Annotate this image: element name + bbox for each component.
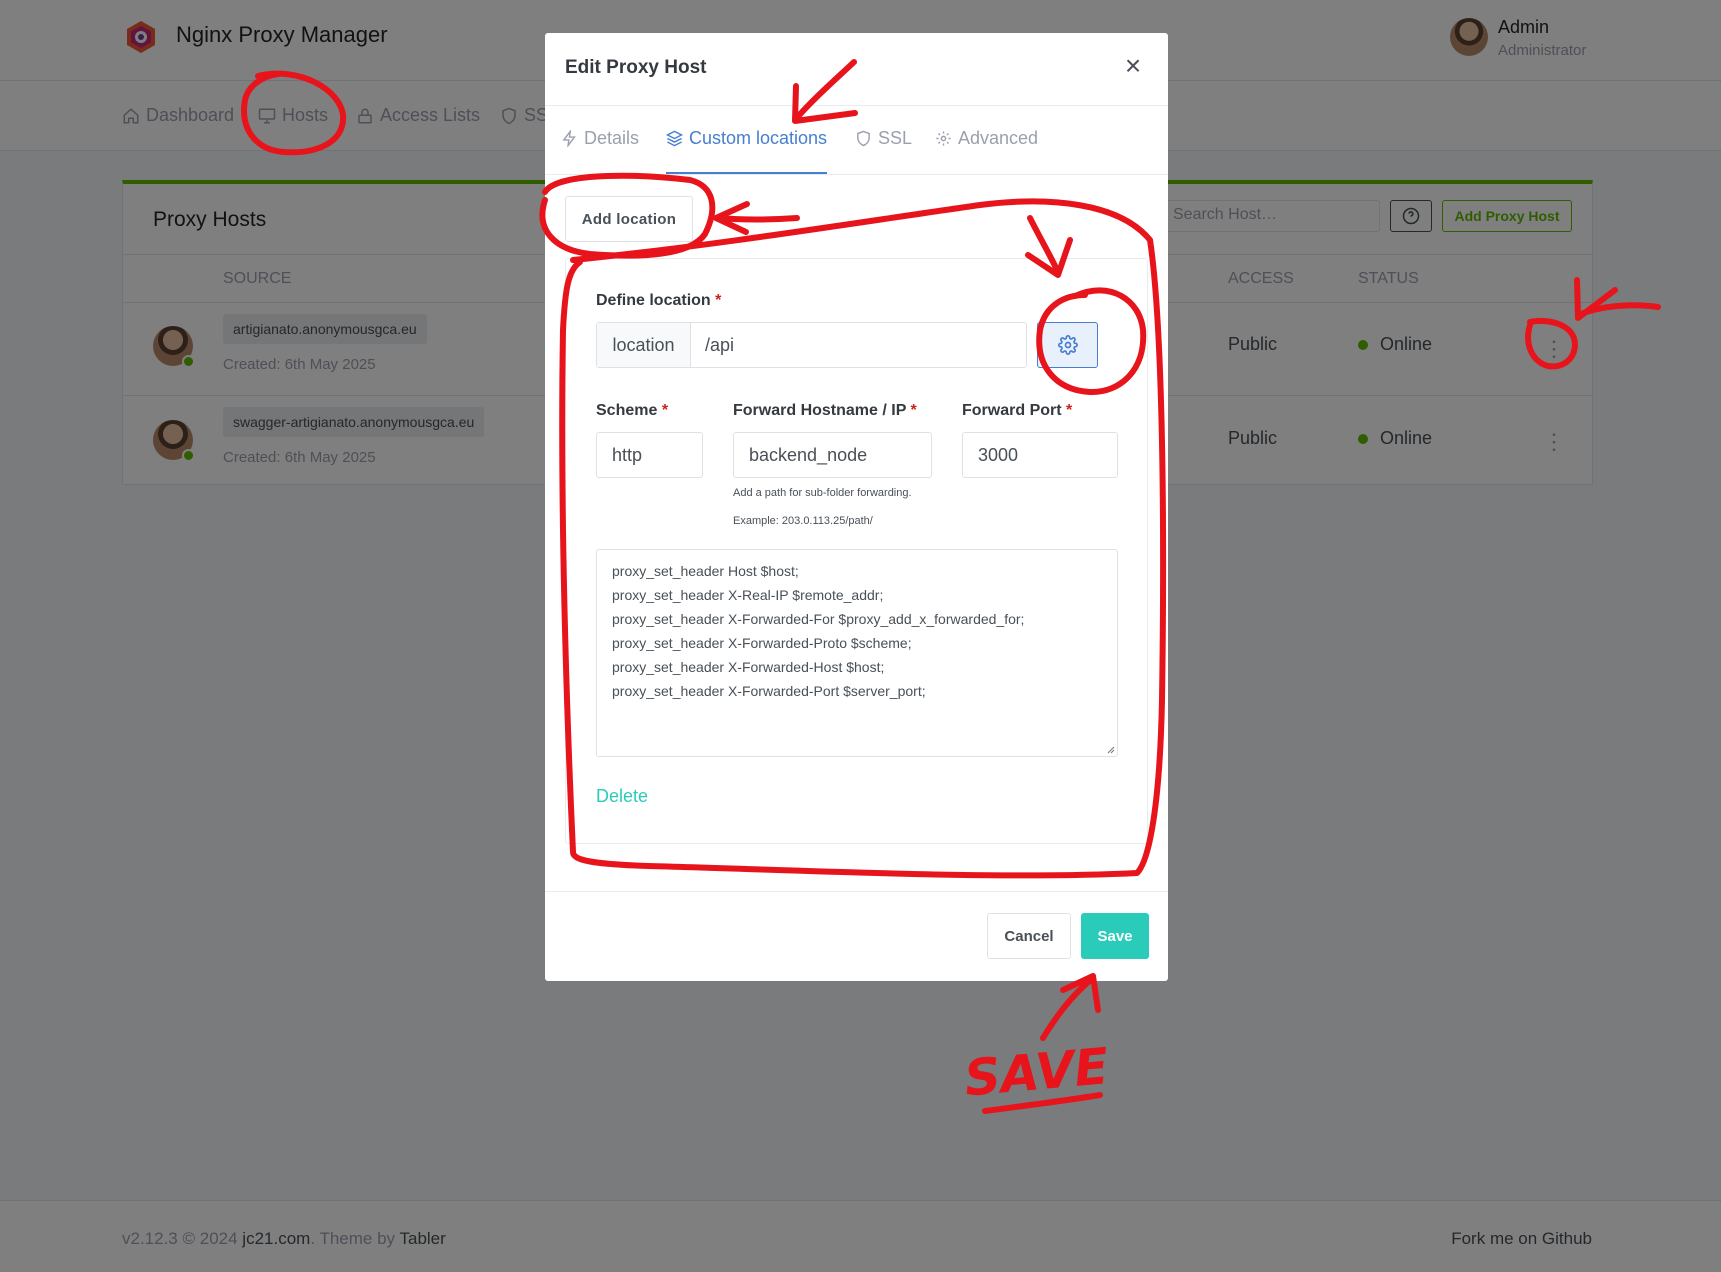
required-mark: * [910,402,917,419]
hostname-example: Example: 203.0.113.25/path/ [733,515,873,527]
location-path-input[interactable]: /api [691,323,1026,367]
advanced-config-textarea[interactable]: proxy_set_header Host $host; proxy_set_h… [596,549,1118,757]
scheme-label: Scheme * [596,402,668,420]
save-button[interactable]: Save [1081,913,1149,959]
label-text: Define location [596,292,711,309]
config-line: proxy_set_header X-Real-IP $remote_addr; [612,587,884,603]
bolt-icon [562,130,576,147]
location-path-field[interactable]: location /api [596,322,1027,368]
modal-title: Edit Proxy Host [565,57,707,78]
divider [545,891,1168,892]
config-line: proxy_set_header X-Forwarded-Host $host; [612,659,885,675]
forward-hostname-label: Forward Hostname / IP * [733,402,917,420]
config-line: proxy_set_header Host $host; [612,563,799,579]
required-mark: * [661,402,669,419]
label-text: Forward Hostname / IP [733,402,907,419]
close-icon[interactable]: × [1120,52,1146,80]
tab-custom-locations[interactable]: Custom locations [666,128,828,174]
shield-icon [857,130,870,147]
hostname-hint: Add a path for sub-folder forwarding. [733,487,912,499]
label-text: Scheme [596,402,658,419]
tab-advanced[interactable]: Advanced [935,128,1038,174]
delete-location-link[interactable]: Delete [596,786,648,807]
location-prefix: location [597,323,691,367]
config-line: proxy_set_header X-Forwarded-For $proxy_… [612,611,1025,627]
gear-icon [1057,335,1078,355]
divider [545,174,1168,175]
label-text: Forward Port [962,402,1062,419]
required-mark: * [715,292,722,309]
define-location-label: Define location * [596,292,721,310]
config-line: proxy_set_header X-Forwarded-Port $serve… [612,683,926,699]
tab-label: SSL [878,128,913,148]
required-mark: * [1066,402,1073,419]
location-card: Define location * location /api Scheme *… [565,258,1148,844]
tab-label: Details [584,128,640,148]
config-line: proxy_set_header X-Forwarded-Proto $sche… [612,635,912,651]
forward-port-input[interactable]: 3000 [962,432,1118,478]
tab-label: Custom locations [689,128,828,148]
cancel-button[interactable]: Cancel [987,913,1071,959]
forward-hostname-input[interactable]: backend_node [733,432,932,478]
location-advanced-button[interactable] [1037,322,1098,368]
divider [545,105,1168,106]
tab-ssl[interactable]: SSL [855,128,912,174]
layers-icon [666,130,683,147]
add-location-button[interactable]: Add location [565,196,693,242]
tab-label: Advanced [958,128,1039,148]
resize-handle-icon[interactable] [1105,744,1115,754]
scheme-input[interactable]: http [596,432,703,478]
gear-icon [936,131,951,146]
forward-port-label: Forward Port * [962,402,1072,420]
edit-proxy-host-modal: Edit Proxy Host × Details Custom locatio… [545,33,1168,981]
tab-details[interactable]: Details [561,128,639,174]
